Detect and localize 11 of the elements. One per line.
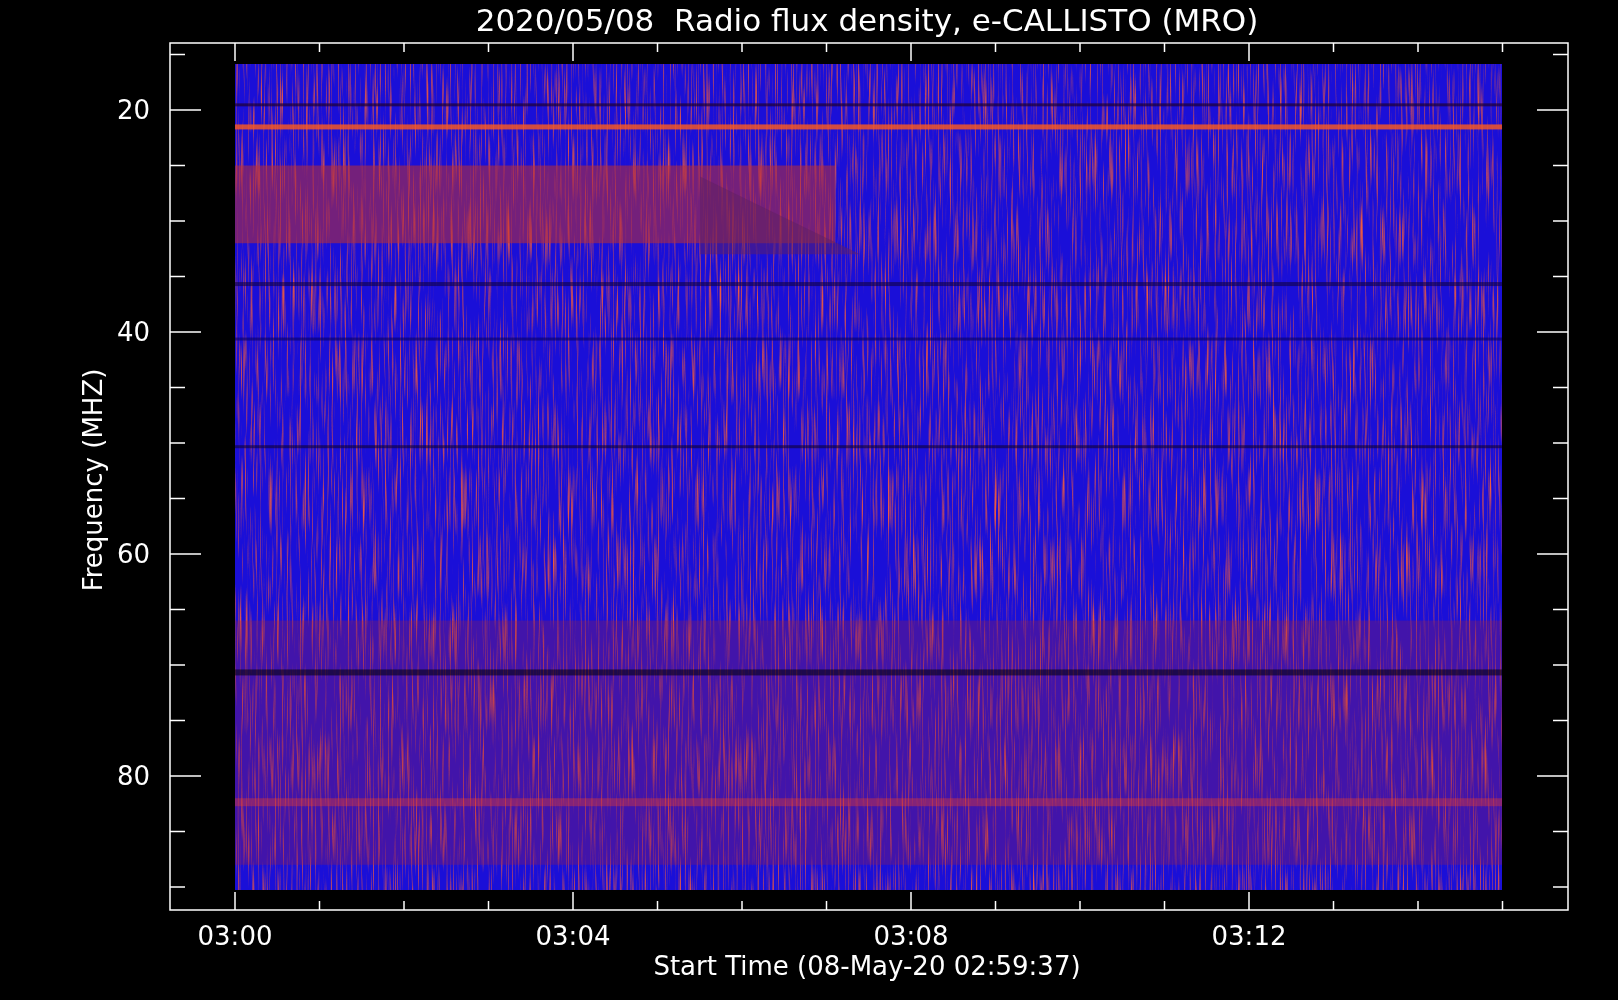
tick-label: 03:12: [1211, 921, 1287, 951]
tick-label: 80: [116, 761, 150, 791]
tick-label: 40: [116, 317, 150, 347]
tick-label: 03:04: [535, 921, 611, 951]
tick-label: 60: [116, 539, 150, 569]
tick-label: 03:08: [873, 921, 949, 951]
axis-title: Frequency (MHZ): [78, 368, 108, 592]
axis-title: Start Time (08-May-20 02:59:37): [653, 951, 1081, 981]
tick-label: 20: [116, 95, 150, 125]
chart-title: 2020/05/08 Radio flux density, e-CALLISTO (MRO): [475, 2, 1259, 38]
tick-label: 03:00: [197, 921, 273, 951]
